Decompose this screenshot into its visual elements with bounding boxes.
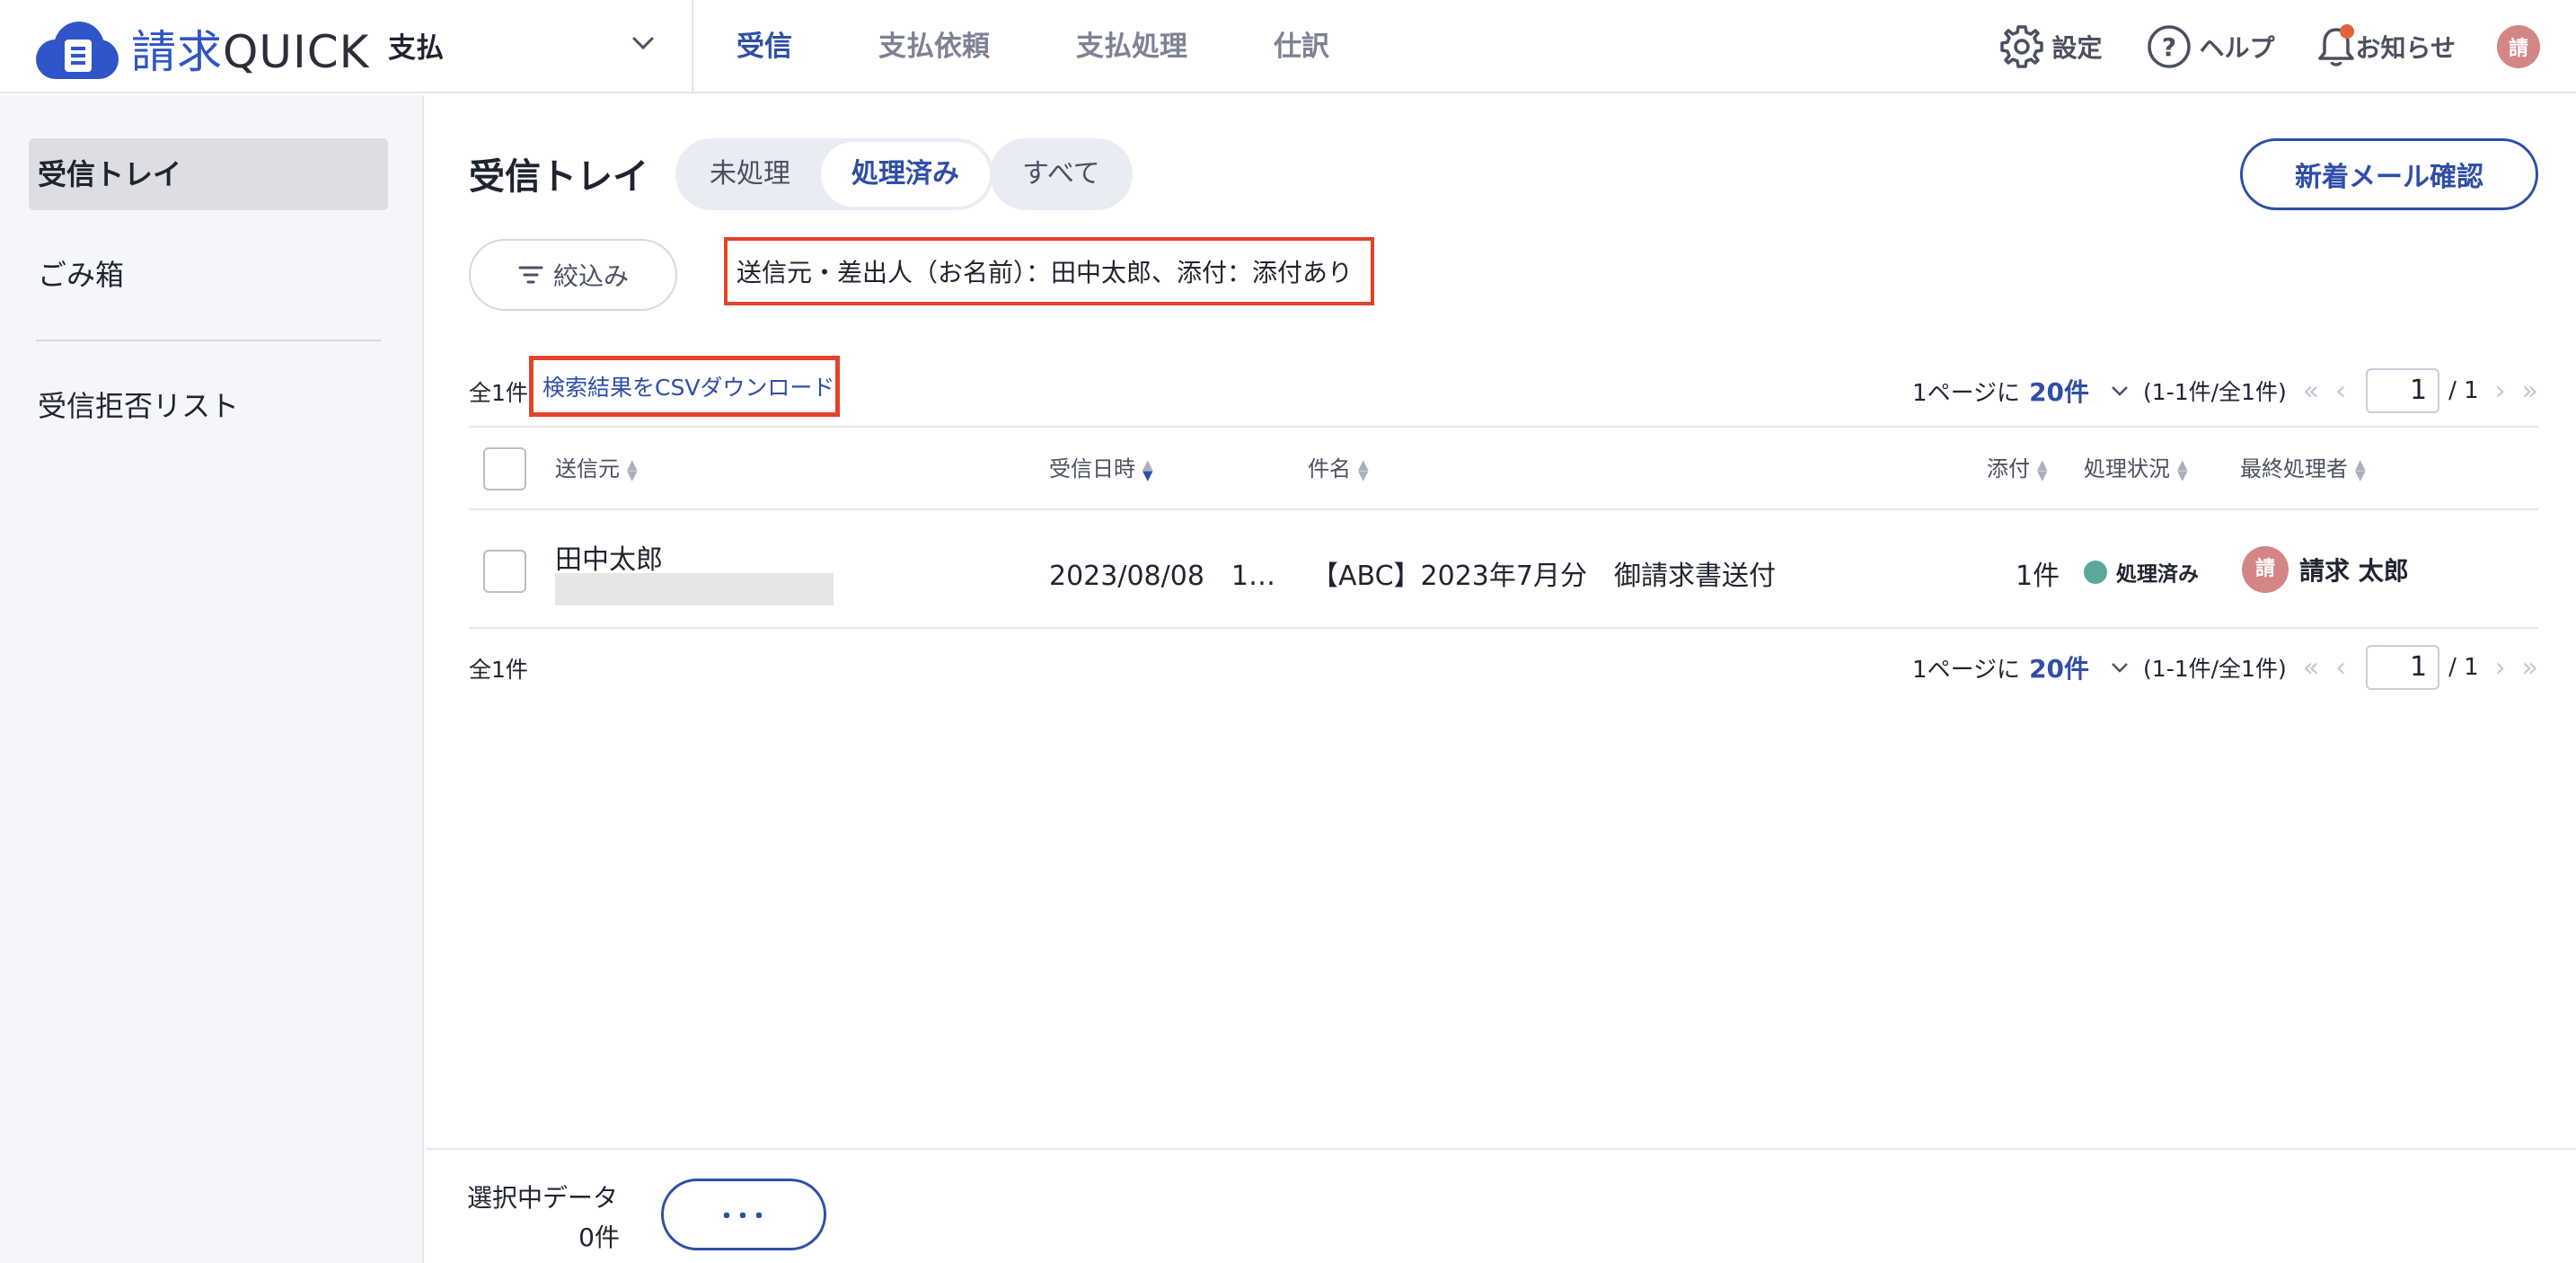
app-header: 請求QUICK 支払 受信 支払依頼 支払処理 仕訳 設定 ? ヘルプ お知らせ…	[0, 0, 2576, 93]
result-count-bottom: 全1件	[469, 657, 528, 683]
notification-badge	[2339, 24, 2354, 39]
page-title: 受信トレイ	[469, 156, 648, 198]
row-received: 2023/08/08 1…	[1049, 561, 1275, 592]
row-sender: 田中太郎	[555, 544, 663, 576]
chevron-down-icon[interactable]	[2109, 657, 2130, 678]
more-actions-button[interactable]: ･･･	[661, 1179, 826, 1250]
page-range: (1-1件/全1件)	[2143, 379, 2287, 405]
row-subject: 【ABC】2023年7月分 御請求書送付	[1311, 561, 1776, 592]
next-page-icon[interactable]: ›	[2495, 652, 2506, 684]
nav-payment-request[interactable]: 支払依頼	[878, 0, 990, 93]
next-page-icon[interactable]: ›	[2495, 375, 2506, 407]
status-label: 処理済み	[2116, 562, 2199, 587]
tab-processed[interactable]: 処理済み	[821, 142, 990, 207]
last-page-icon[interactable]: »	[2522, 652, 2538, 684]
selected-data-count: 0件	[578, 1223, 620, 1252]
column-received[interactable]: 受信日時 ▲ ▼	[1049, 428, 1153, 510]
total-pages: / 1	[2448, 654, 2479, 681]
pagination-bottom: 1ページに 20件 (1-1件/全1件) « ‹ 1 / 1 › »	[1912, 645, 2538, 690]
sender-email-redacted	[555, 573, 834, 605]
first-page-icon[interactable]: «	[2303, 652, 2319, 684]
sort-icon: ▲ ▼	[2177, 456, 2188, 483]
sidebar: 受信トレイ ごみ箱 受信拒否リスト	[0, 95, 424, 1263]
row-attachments: 1件	[2016, 561, 2060, 592]
help-icon: ?	[2147, 25, 2191, 68]
app-logo[interactable]: 請求QUICK	[36, 16, 369, 81]
logo-text: 請求QUICK	[131, 26, 370, 78]
tab-all[interactable]: すべて	[990, 138, 1133, 210]
status-dot-icon	[2084, 560, 2107, 584]
sort-icon: ▲ ▼	[2037, 456, 2048, 483]
nav-journal[interactable]: 仕訳	[1274, 0, 1329, 93]
sort-desc-icon: ▲ ▼	[1142, 456, 1153, 483]
page-range: (1-1件/全1件)	[2143, 656, 2287, 682]
sort-icon: ▲ ▼	[1358, 456, 1369, 483]
chevron-down-icon	[632, 37, 654, 50]
row-status: 処理済み	[2084, 555, 2199, 587]
page-number-input[interactable]: 1	[2366, 368, 2440, 413]
row-last-handler: 請請求 太郎	[2242, 546, 2409, 593]
cloud-document-icon	[36, 18, 119, 79]
csv-download-highlight: 検索結果をCSVダウンロード	[529, 356, 840, 417]
settings-label: 設定	[2051, 33, 2103, 63]
first-page-icon[interactable]: «	[2303, 375, 2319, 407]
chevron-down-icon[interactable]	[2109, 380, 2130, 402]
sidebar-item-block-list[interactable]: 受信拒否リスト	[29, 370, 388, 442]
main-nav: 受信 支払依頼 支払処理 仕訳	[737, 0, 1416, 93]
filter-button[interactable]: 絞込み	[469, 239, 677, 311]
prev-page-icon[interactable]: ‹	[2335, 375, 2346, 407]
prev-page-icon[interactable]: ‹	[2335, 652, 2346, 684]
mode-label: 支払	[388, 31, 444, 65]
notifications-button[interactable]: お知らせ	[2316, 24, 2456, 69]
nav-receive[interactable]: 受信	[737, 0, 792, 93]
last-page-icon[interactable]: »	[2522, 375, 2538, 407]
sort-icon: ▲ ▼	[2355, 456, 2366, 483]
selected-data-label: 選択中データ	[467, 1183, 619, 1213]
header-divider	[692, 0, 693, 93]
column-subject[interactable]: 件名 ▲ ▼	[1308, 428, 1369, 510]
status-tabs: 未処理 処理済み	[675, 138, 993, 210]
column-last-handler[interactable]: 最終処理者 ▲ ▼	[2240, 428, 2366, 510]
filter-icon	[518, 266, 543, 284]
result-count-top: 全1件	[469, 380, 528, 406]
notifications-label: お知らせ	[2355, 33, 2456, 63]
page-number-input[interactable]: 1	[2366, 645, 2440, 690]
gear-icon	[1999, 25, 2043, 68]
sidebar-item-trash[interactable]: ごみ箱	[29, 239, 388, 311]
pagination-top: 1ページに 20件 (1-1件/全1件) « ‹ 1 / 1 › »	[1912, 368, 2538, 413]
csv-download-link[interactable]: 検索結果をCSVダウンロード	[543, 370, 834, 402]
table-row[interactable]: 田中太郎 2023/08/08 1… 【ABC】2023年7月分 御請求書送付 …	[469, 510, 2538, 629]
filter-button-label: 絞込み	[552, 261, 629, 291]
column-status[interactable]: 処理状況 ▲ ▼	[2084, 428, 2188, 510]
per-page-label: 1ページに	[1912, 656, 2021, 684]
user-avatar[interactable]: 請	[2497, 25, 2540, 68]
filter-summary: 送信元・差出人（お名前）：田中太郎、添付：添付あり	[724, 237, 1374, 305]
help-label: ヘルプ	[2199, 33, 2275, 63]
sidebar-item-inbox[interactable]: 受信トレイ	[29, 138, 388, 210]
bell-icon	[2316, 24, 2356, 69]
help-button[interactable]: ? ヘルプ	[2144, 22, 2275, 72]
handler-name: 請求 太郎	[2299, 556, 2409, 586]
selection-footer: 選択中データ 0件 ･･･	[426, 1148, 2576, 1263]
per-page-label: 1ページに	[1912, 379, 2021, 407]
total-pages: / 1	[2448, 377, 2479, 404]
row-checkbox[interactable]	[483, 550, 526, 593]
sidebar-divider	[36, 340, 381, 341]
nav-payment-processing[interactable]: 支払処理	[1076, 0, 1187, 93]
select-all-checkbox[interactable]	[483, 447, 526, 490]
column-attachments[interactable]: 添付 ▲ ▼	[1987, 428, 2048, 510]
header-tools: 設定 ? ヘルプ お知らせ 請	[1955, 0, 2540, 93]
per-page-select[interactable]: 20件	[2029, 649, 2089, 685]
tab-unprocessed[interactable]: 未処理	[679, 142, 821, 207]
per-page-select[interactable]: 20件	[2029, 373, 2089, 409]
svg-text:?: ?	[2161, 32, 2175, 62]
handler-avatar: 請	[2242, 546, 2289, 593]
check-new-mail-button[interactable]: 新着メール確認	[2240, 138, 2538, 210]
settings-button[interactable]: 設定	[1997, 22, 2103, 72]
sort-icon: ▲ ▼	[627, 456, 638, 483]
column-sender[interactable]: 送信元 ▲ ▼	[555, 428, 638, 510]
table-header: 送信元 ▲ ▼ 受信日時 ▲ ▼ 件名 ▲ ▼ 添付 ▲ ▼ 処理状況 ▲ ▼ 最終処理者 ▲ ▼	[469, 428, 2538, 510]
mode-select[interactable]: 支払	[388, 20, 657, 70]
